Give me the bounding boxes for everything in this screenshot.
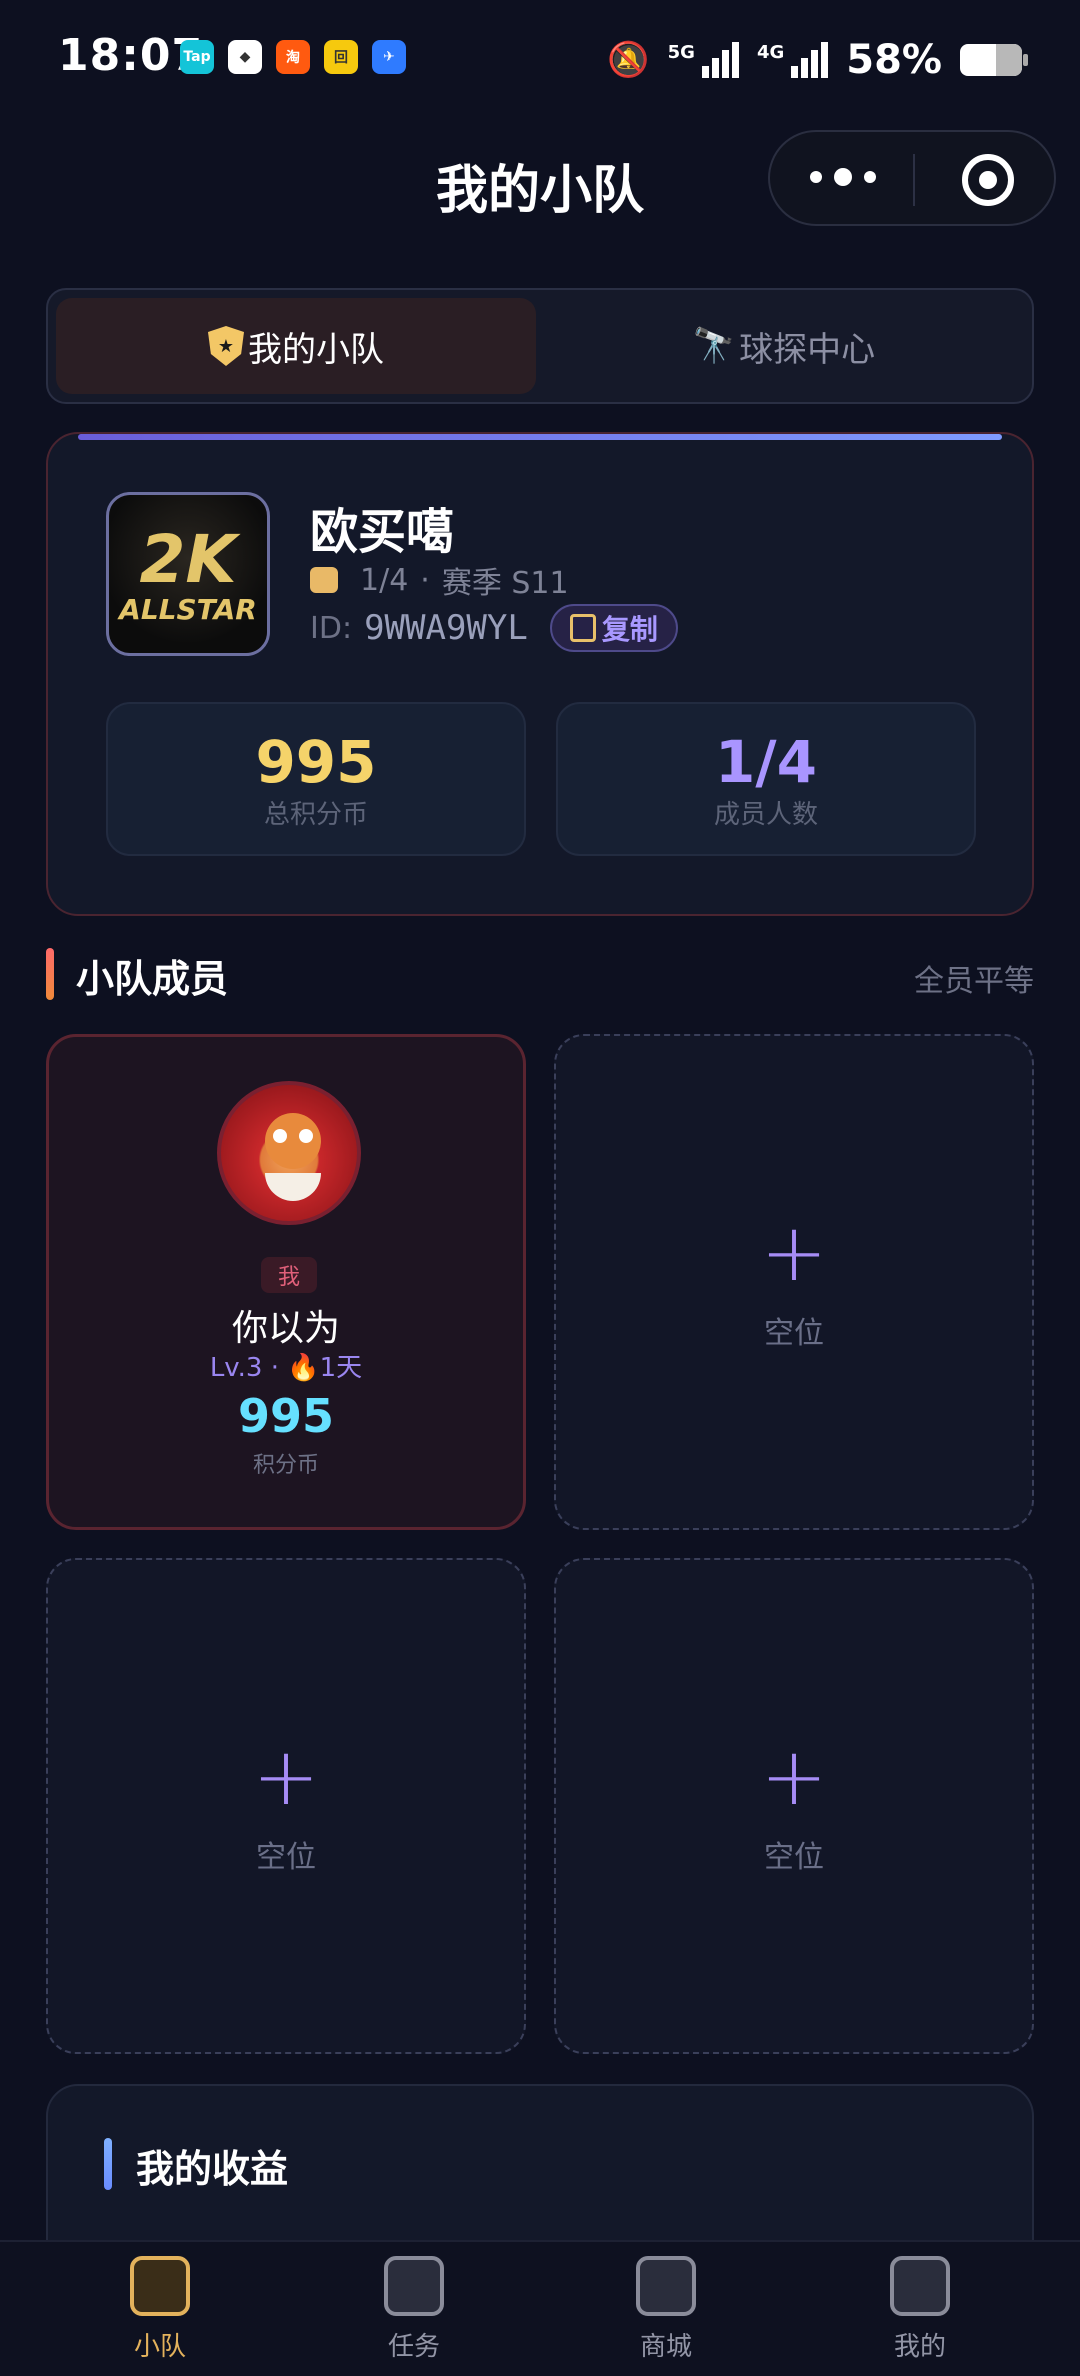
tabbar-item-task[interactable]: 任务	[314, 2256, 514, 2363]
section-title: 小队成员	[76, 957, 229, 1001]
members-icon	[310, 567, 338, 593]
member-level: Lv.3 · 🔥1天	[209, 1353, 363, 1383]
battery-percent: 58%	[846, 37, 942, 83]
profile-icon	[890, 2256, 950, 2316]
tabbar-label: 商城	[639, 2332, 692, 2362]
team-season: 赛季 S11	[441, 566, 569, 601]
plus-icon: +	[760, 1730, 828, 1823]
avatar	[217, 1081, 361, 1225]
tabbar-label: 小队	[133, 2332, 186, 2362]
miniprogram-capsule	[768, 130, 1056, 226]
earnings-accent-bar	[104, 2138, 112, 2190]
tab-my-team-label: 我的小队	[248, 329, 384, 370]
bell-muted-icon: 🔕	[607, 40, 650, 80]
stat-member-count: 1/4 成员人数	[556, 702, 976, 856]
app-icon: ◆	[228, 40, 262, 74]
tabbar-label: 我的	[893, 2332, 946, 2362]
team-meta: 1/4 · 赛季 S11	[310, 558, 569, 602]
empty-slot[interactable]: + 空位	[46, 1558, 526, 2054]
app-icon: ✈	[372, 40, 406, 74]
battery-icon	[960, 44, 1028, 76]
shield-star-icon: ★	[208, 326, 244, 366]
member-score-label: 积分币	[252, 1453, 319, 1478]
empty-slot[interactable]: + 空位	[554, 1558, 1034, 2054]
app-icon: 回	[324, 40, 358, 74]
team-icon	[130, 2256, 190, 2316]
stat-total-points: 995 总积分币	[106, 702, 526, 856]
team-member-count: 1/4	[360, 562, 409, 598]
team-id-label: ID:	[310, 610, 353, 646]
network-4g: 4G	[756, 42, 829, 78]
tab-scout-center[interactable]: 🔭 球探中心	[544, 298, 1024, 394]
stat-member-count-value: 1/4	[715, 728, 817, 796]
plus-icon: +	[252, 1730, 320, 1823]
bottom-tabbar: 小队 任务 商城 我的	[0, 2240, 1080, 2376]
segment-tabs: ★ 我的小队 🔭 球探中心	[46, 288, 1034, 404]
tabbar-label: 任务	[387, 2332, 440, 2362]
copy-id-button[interactable]: 复制	[549, 604, 678, 652]
tab-scout-center-label: 球探中心	[739, 329, 876, 370]
empty-slot-label: 空位	[764, 1316, 824, 1351]
copy-id-label: 复制	[601, 613, 658, 646]
team-meta-separator: ·	[420, 562, 430, 598]
member-name: 你以为	[231, 1308, 340, 1349]
empty-slot[interactable]: + 空位	[554, 1034, 1034, 1530]
taobao-icon: 淘	[276, 40, 310, 74]
close-target-icon[interactable]	[962, 154, 1014, 206]
tab-my-team[interactable]: ★ 我的小队	[56, 298, 536, 394]
network-5g: 5G	[668, 42, 739, 78]
stat-total-points-value: 995	[255, 728, 377, 796]
team-name: 欧买噶	[310, 504, 455, 560]
team-logo-text-1: 2K	[139, 521, 237, 598]
status-bar: 18:07 Tap ◆ 淘 回 ✈ 🔕 5G 4G 58%	[0, 0, 1080, 120]
taptap-icon: Tap	[180, 40, 214, 74]
tabbar-item-shop[interactable]: 商城	[566, 2256, 766, 2363]
me-badge: 我	[261, 1257, 317, 1293]
task-icon	[384, 2256, 444, 2316]
empty-slot-label: 空位	[256, 1840, 316, 1875]
team-logo-text-2: ALLSTAR	[119, 593, 257, 626]
tabbar-item-team[interactable]: 小队	[60, 2256, 260, 2363]
team-logo: 2K ALLSTAR	[106, 492, 270, 656]
member-score: 995	[237, 1389, 335, 1443]
status-indicators: 🔕 5G 4G 58%	[607, 34, 1028, 86]
plus-icon: +	[760, 1206, 828, 1299]
empty-slot-label: 空位	[764, 1840, 824, 1875]
team-card: 2K ALLSTAR 欧买噶 1/4 · 赛季 S11 ID: 9WWA9WYL…	[46, 432, 1034, 916]
copy-icon	[569, 614, 596, 642]
telescope-icon: 🔭	[692, 326, 736, 366]
section-note: 全员平等	[914, 964, 1034, 999]
network-5g-label: 5G	[667, 42, 695, 63]
network-4g-label: 4G	[756, 42, 785, 63]
earnings-title: 我的收益	[136, 2147, 289, 2191]
section-accent-bar	[46, 948, 54, 1000]
stat-member-count-label: 成员人数	[713, 800, 818, 830]
member-card-me[interactable]: 我 你以为 Lv.3 · 🔥1天 995 积分币	[46, 1034, 526, 1530]
tabbar-item-profile[interactable]: 我的	[820, 2256, 1020, 2363]
shop-icon	[636, 2256, 696, 2316]
team-id-value: 9WWA9WYL	[364, 608, 528, 648]
more-icon[interactable]	[810, 168, 876, 186]
team-id-row: ID: 9WWA9WYL 复制	[310, 604, 678, 652]
stat-total-points-label: 总积分币	[263, 800, 368, 830]
